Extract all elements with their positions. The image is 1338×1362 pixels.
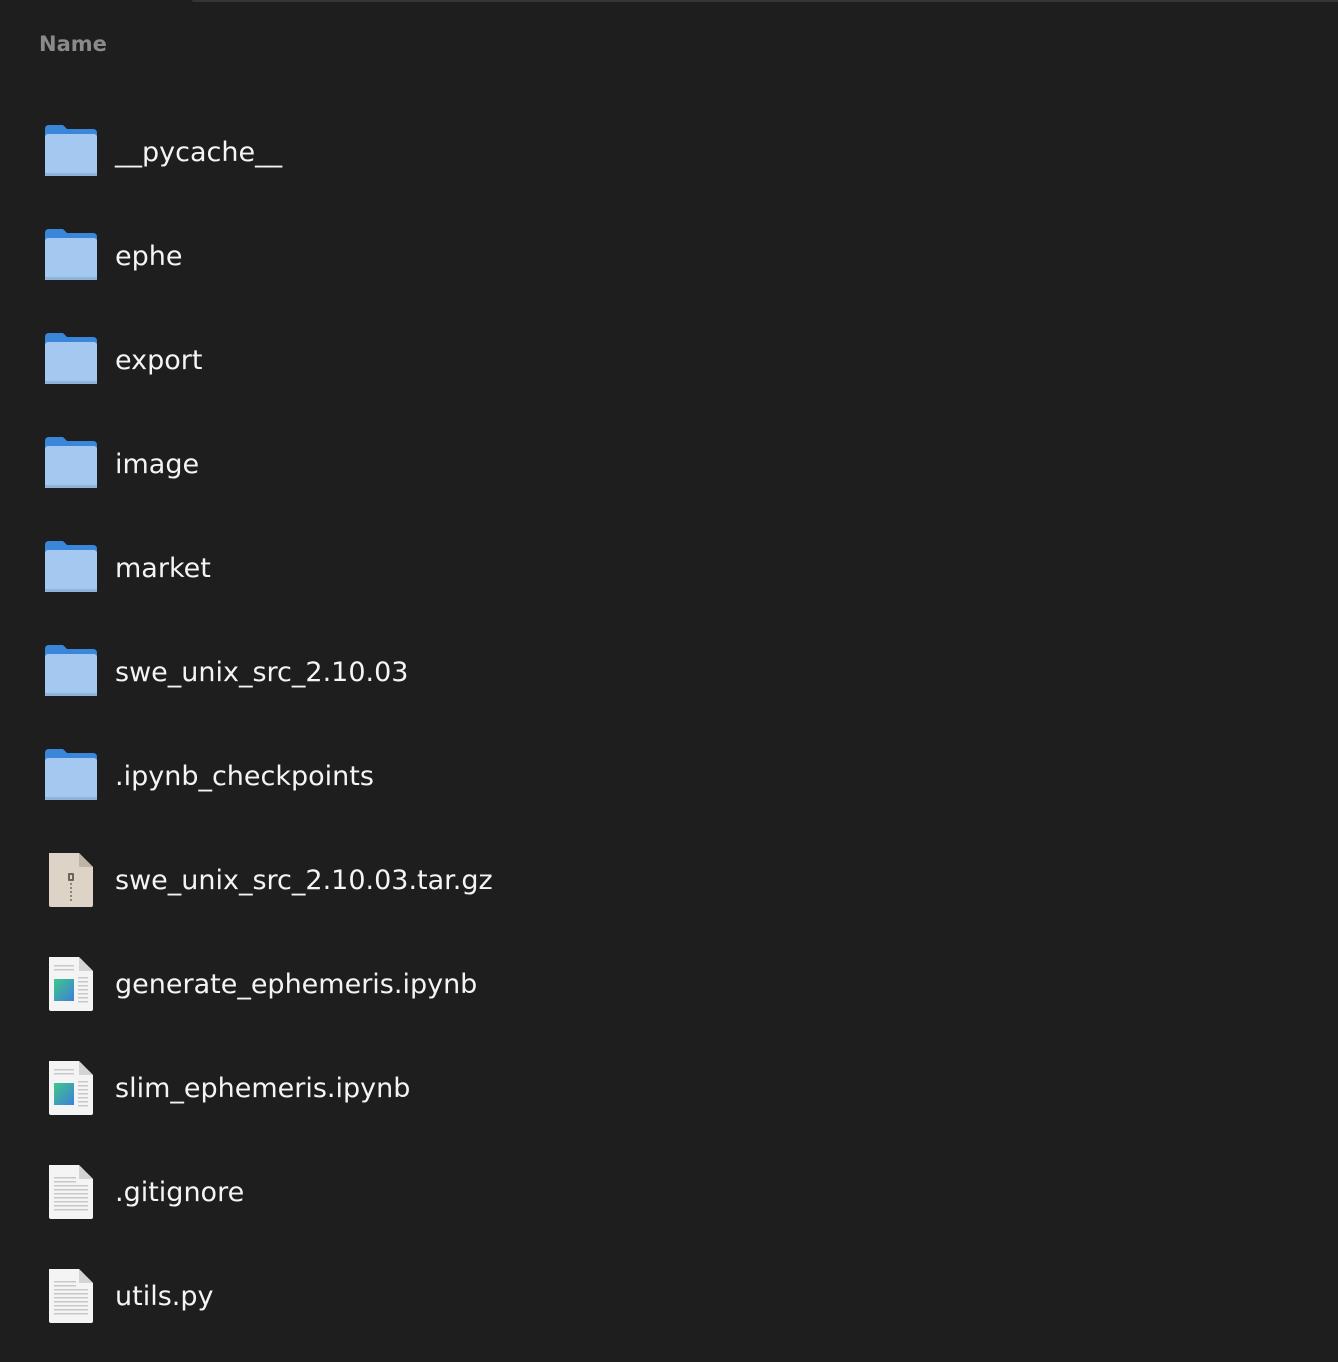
file-row[interactable]: slim_ephemeris.ipynb (0, 1036, 1338, 1140)
file-name: generate_ephemeris.ipynb (115, 968, 478, 1000)
text-file-icon (44, 1267, 98, 1325)
folder-icon (44, 331, 98, 389)
file-name: market (115, 552, 211, 584)
file-row[interactable]: generate_ephemeris.ipynb (0, 932, 1338, 1036)
file-name: swe_unix_src_2.10.03 (115, 656, 409, 688)
file-row[interactable]: market (0, 516, 1338, 620)
file-row[interactable]: swe_unix_src_2.10.03.tar.gz (0, 828, 1338, 932)
folder-icon (44, 227, 98, 285)
file-name: image (115, 448, 200, 480)
top-panel-edge (192, 0, 1338, 2)
file-name: utils.py (115, 1280, 214, 1312)
file-name: slim_ephemeris.ipynb (115, 1072, 411, 1104)
file-row[interactable]: .ipynb_checkpoints (0, 724, 1338, 828)
file-name: __pycache__ (115, 136, 283, 168)
notebook-file-icon (44, 1059, 98, 1117)
folder-icon (44, 747, 98, 805)
file-row[interactable]: .gitignore (0, 1140, 1338, 1244)
file-name: swe_unix_src_2.10.03.tar.gz (115, 864, 493, 896)
file-row[interactable]: utils.py (0, 1244, 1338, 1348)
file-row[interactable]: ephe (0, 204, 1338, 308)
archive-icon (44, 851, 98, 909)
file-list: __pycache__ ephe export image market swe… (0, 100, 1338, 1348)
text-file-icon (44, 1163, 98, 1221)
notebook-file-icon (44, 955, 98, 1013)
file-name: .gitignore (115, 1176, 245, 1208)
file-row[interactable]: swe_unix_src_2.10.03 (0, 620, 1338, 724)
folder-icon (44, 643, 98, 701)
folder-icon (44, 435, 98, 493)
folder-icon (44, 123, 98, 181)
file-name: export (115, 344, 203, 376)
file-name: .ipynb_checkpoints (115, 760, 374, 792)
file-row[interactable]: export (0, 308, 1338, 412)
name-column-header[interactable]: Name (39, 30, 107, 58)
file-row[interactable]: __pycache__ (0, 100, 1338, 204)
folder-icon (44, 539, 98, 597)
file-name: ephe (115, 240, 183, 272)
file-row[interactable]: image (0, 412, 1338, 516)
